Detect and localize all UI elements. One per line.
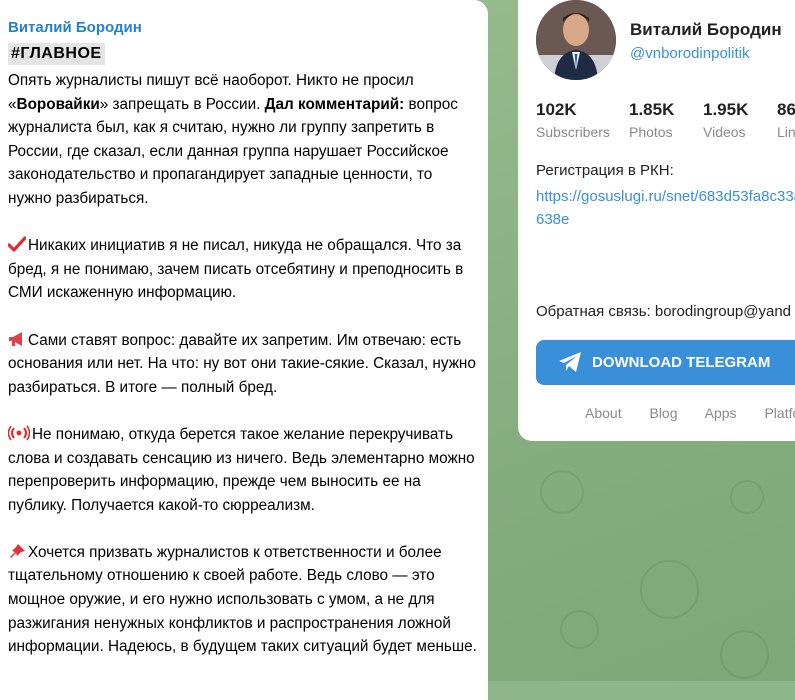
channel-handle[interactable]: @vnborodinpolitik (630, 45, 749, 62)
download-telegram-button[interactable]: DOWNLOAD TELEGRAM (536, 340, 795, 385)
stat-value: 102K (536, 100, 577, 119)
paragraph-3: Сами ставят вопрос: давайте их запретим.… (8, 329, 478, 400)
channel-name: Виталий Бородин (630, 20, 782, 39)
text: » запрещать в России. (99, 95, 265, 113)
stat-label: Subscribers (536, 124, 610, 140)
registration-link[interactable]: https://gosuslugi.ru/snet/683d53fa8c33a5… (536, 185, 795, 231)
post-author[interactable]: Виталий Бородин (8, 18, 142, 38)
footer-link-platform[interactable]: Platform (764, 405, 795, 421)
stat-label: Photos (629, 124, 673, 140)
pushpin-icon (10, 543, 25, 558)
doodle-decoration (540, 470, 584, 514)
paragraph-1: Опять журналисты пишут всё наоборот. Ник… (8, 69, 478, 211)
download-label: DOWNLOAD TELEGRAM (592, 354, 771, 371)
post-body: Опять журналисты пишут всё наоборот. Ник… (8, 69, 478, 682)
paragraph-2: Никаких инициатив я не писал, никуда не … (8, 234, 478, 305)
message-bubble: Виталий Бородин #ГЛАВНОЕ Опять журналист… (0, 0, 488, 700)
avatar-photo (536, 0, 616, 80)
footer-link-blog[interactable]: Blog (649, 405, 677, 421)
stat-photos[interactable]: 1.85K Photos (629, 100, 674, 140)
stat-links[interactable]: 86 Lin (777, 100, 795, 140)
paragraph-5: Хочется призвать журналистов к ответстве… (8, 541, 478, 659)
stat-videos[interactable]: 1.95K Videos (703, 100, 748, 140)
text: Не понимаю, откуда берется такое желание… (8, 425, 475, 514)
text: Сами ставят вопрос: давайте их запретим.… (8, 331, 476, 396)
doodle-decoration (640, 560, 699, 619)
doodle-decoration (720, 630, 769, 679)
channel-avatar[interactable] (536, 0, 616, 80)
feedback-text: Обратная связь: borodingroup@yand (536, 303, 792, 320)
paragraph-4: Не понимаю, откуда берется такое желание… (8, 423, 478, 517)
channel-info-card: Виталий Бородин @vnborodinpolitik 102K S… (518, 0, 795, 441)
footer-link-about[interactable]: About (585, 405, 622, 421)
hashtag[interactable]: #ГЛАВНОЕ (8, 43, 105, 65)
telegram-plane-icon (559, 352, 581, 372)
doodle-decoration (730, 480, 764, 514)
footer-links: About Blog Apps Platform (585, 405, 795, 421)
stat-value: 86 (777, 100, 795, 119)
text: Хочется призвать журналистов к ответстве… (8, 543, 477, 656)
check-mark-icon (8, 236, 26, 252)
stat-value: 1.85K (629, 100, 675, 119)
registration-label: Регистрация в РКН: (536, 162, 674, 179)
megaphone-icon (9, 331, 22, 346)
stat-label: Videos (703, 124, 746, 140)
doodle-decoration (560, 610, 599, 649)
stat-subscribers: 102K Subscribers (536, 100, 610, 140)
stat-value: 1.95K (703, 100, 749, 119)
footer-link-apps[interactable]: Apps (705, 405, 737, 421)
stat-label: Lin (777, 124, 795, 140)
bold-text: Воровайки (16, 95, 100, 113)
text: Никаких инициатив я не писал, никуда не … (8, 237, 464, 302)
broadcast-icon (8, 425, 30, 441)
bold-text: Дал комментарий: (264, 95, 405, 113)
